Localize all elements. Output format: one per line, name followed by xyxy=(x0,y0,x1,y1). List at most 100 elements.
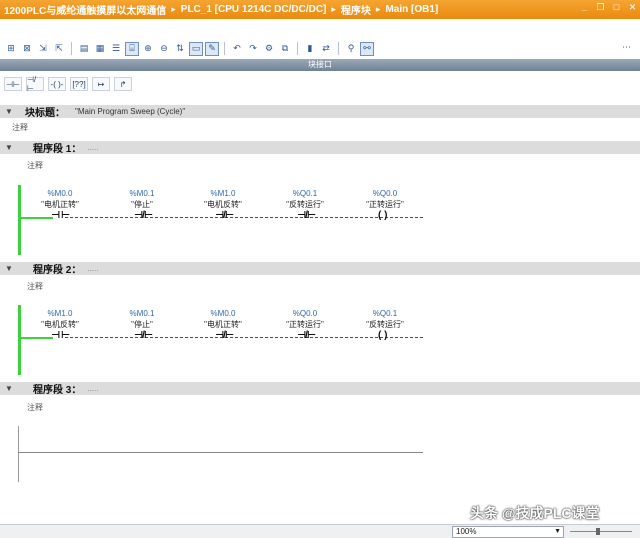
expand-icon[interactable]: ⊕ xyxy=(141,42,155,56)
collapse-triangle-icon[interactable]: ▼ xyxy=(5,107,19,116)
network-1-rung: %M0.0 "电机正转" ⊣ ⊢ %M0.1 "停止" ⊣/⊢ %M1.0 "电… xyxy=(18,185,428,255)
ladder-element[interactable]: %M1.0 "电机反转" xyxy=(186,189,260,209)
network-3-rung[interactable] xyxy=(18,426,423,482)
favorites-icon[interactable]: ⌸ xyxy=(125,41,139,56)
no-contact-icon[interactable]: ⊣ ⊢ xyxy=(51,330,70,341)
breadcrumb-folder[interactable]: 程序块 xyxy=(341,2,371,17)
goto-error-next-icon[interactable]: ↷ xyxy=(246,42,260,56)
network-comments-icon[interactable]: ▭ xyxy=(189,41,203,56)
element-symbol: "正转运行" xyxy=(366,200,404,209)
network-header[interactable]: ▼ 程序段 2： ..... xyxy=(0,262,640,276)
coil-icon[interactable]: -( )- xyxy=(48,77,66,91)
ladder-element[interactable]: %M0.0 "电机正转" xyxy=(23,189,97,209)
block-title-header[interactable]: ▼ 块标题： "Main Program Sweep (Cycle)" xyxy=(0,105,640,119)
rung-wire xyxy=(65,337,423,338)
network-comment[interactable]: 注释 xyxy=(27,160,43,171)
power-rail xyxy=(18,185,21,255)
coil-icon[interactable]: ( ) xyxy=(378,210,387,221)
breadcrumb-device[interactable]: PLC_1 [CPU 1214C DC/DC/DC] xyxy=(181,4,327,15)
zoom-select[interactable]: 100% ▼ xyxy=(452,526,564,538)
interface-icon[interactable]: ⇄ xyxy=(319,42,333,56)
symbolic-address-icon[interactable]: ▦ xyxy=(93,42,107,56)
network-comment[interactable]: 注释 xyxy=(27,402,43,413)
element-address: %Q0.0 xyxy=(292,309,318,318)
breadcrumb-separator: ▸ xyxy=(171,4,176,14)
delete-network-icon[interactable]: ⊠ xyxy=(20,42,34,56)
powered-wire xyxy=(21,217,53,219)
empty-box-icon[interactable]: [??] xyxy=(70,77,88,91)
compare-icon[interactable]: ⧉ xyxy=(278,42,292,56)
element-address: %M1.0 xyxy=(210,189,236,198)
close-icon[interactable]: ✕ xyxy=(628,3,637,12)
open-branch-icon[interactable]: ↦ xyxy=(92,77,110,91)
element-symbol: "电机反转" xyxy=(41,320,79,329)
ladder-element[interactable]: %Q0.0 "正转运行" xyxy=(268,309,342,329)
nc-contact-icon[interactable]: ⊣/⊢ xyxy=(215,210,234,221)
sort-icon[interactable]: ⇅ xyxy=(173,42,187,56)
chevron-down-icon[interactable]: ▼ xyxy=(554,527,561,537)
breadcrumb: 1200PLC与威纶通触摸屏以太网通信 ▸ PLC_1 [CPU 1214C D… xyxy=(4,2,438,17)
block-comment[interactable]: 注释 xyxy=(12,122,28,133)
element-address: %Q0.1 xyxy=(292,189,318,198)
monitoring-on-off-icon[interactable]: ⚯ xyxy=(360,41,374,56)
toolbar-divider xyxy=(71,42,72,55)
network-title[interactable]: ..... xyxy=(87,264,98,273)
normally-open-contact-icon[interactable]: ⊣⊢ xyxy=(4,77,22,91)
nc-contact-icon[interactable]: ⊣/⊢ xyxy=(297,330,316,341)
close-branch-icon[interactable]: ↱ xyxy=(114,77,132,91)
maximize-icon[interactable]: □ xyxy=(612,3,621,12)
ladder-element[interactable]: %Q0.1 "反转运行" xyxy=(268,189,342,209)
collapse-triangle-icon[interactable]: ▼ xyxy=(5,264,19,273)
block-interface-bar[interactable]: 块接口 xyxy=(0,59,640,71)
ladder-element[interactable]: %Q0.1 "反转运行" xyxy=(348,309,422,329)
normally-closed-contact-icon[interactable]: ⊣/⊢ xyxy=(26,75,44,93)
ladder-element[interactable]: %M0.0 "电机正转" xyxy=(186,309,260,329)
zoom-slider-handle[interactable] xyxy=(596,528,600,535)
network-header[interactable]: ▼ 程序段 1： ..... xyxy=(0,141,640,155)
ladder-element[interactable]: %M0.1 "停止" xyxy=(105,309,179,329)
collapse-icon[interactable]: ⊖ xyxy=(157,42,171,56)
status-bar: 100% ▼ xyxy=(0,524,640,538)
collapse-triangle-icon[interactable]: ▼ xyxy=(5,384,19,393)
network-title[interactable]: ..... xyxy=(87,384,98,393)
nc-contact-icon[interactable]: ⊣/⊢ xyxy=(297,210,316,221)
nc-contact-icon[interactable]: ⊣/⊢ xyxy=(134,330,153,341)
ladder-element[interactable]: %M0.1 "停止" xyxy=(105,189,179,209)
absolute-address-icon[interactable]: ▤ xyxy=(77,42,91,56)
edit-icon[interactable]: ✎ xyxy=(205,41,219,56)
nc-contact-icon[interactable]: ⊣/⊢ xyxy=(215,330,234,341)
breadcrumb-block[interactable]: Main [OB1] xyxy=(385,4,438,15)
toolbar-more-icon[interactable]: ⋯ xyxy=(622,42,634,54)
element-address: %Q0.1 xyxy=(372,309,398,318)
goto-error-prev-icon[interactable]: ↶ xyxy=(230,42,244,56)
zoom-slider[interactable] xyxy=(570,528,632,535)
nc-contact-icon[interactable]: ⊣/⊢ xyxy=(134,210,153,221)
list-view-icon[interactable]: ☰ xyxy=(109,42,123,56)
insert-row-icon[interactable]: ⇲ xyxy=(36,42,50,56)
network-comment[interactable]: 注释 xyxy=(27,281,43,292)
network-label: 程序段 1： xyxy=(33,144,82,155)
title-bar: 1200PLC与威纶通触摸屏以太网通信 ▸ PLC_1 [CPU 1214C D… xyxy=(0,0,640,19)
network-header[interactable]: ▼ 程序段 3： ..... xyxy=(0,382,640,396)
element-address: %M0.1 xyxy=(129,309,155,318)
breadcrumb-project[interactable]: 1200PLC与威纶通触摸屏以太网通信 xyxy=(4,2,166,17)
collapse-triangle-icon[interactable]: ▼ xyxy=(5,143,19,152)
network-title[interactable]: ..... xyxy=(87,143,98,152)
rung-wire xyxy=(65,217,423,218)
minimize-icon[interactable]: _ xyxy=(580,3,589,12)
block-title-text[interactable]: "Main Program Sweep (Cycle)" xyxy=(75,107,185,116)
restore-icon[interactable]: ❐ xyxy=(596,3,605,12)
add-row-icon[interactable]: ⇱ xyxy=(52,42,66,56)
insert-network-icon[interactable]: ⊞ xyxy=(4,42,18,56)
empty-rung-line[interactable] xyxy=(18,452,423,453)
element-address: %Q0.0 xyxy=(372,189,398,198)
ladder-element[interactable]: %M1.0 "电机反转" xyxy=(23,309,97,329)
breadcrumb-separator: ▸ xyxy=(375,4,381,14)
element-symbol: "停止" xyxy=(131,200,153,209)
coil-icon[interactable]: ( ) xyxy=(378,330,387,341)
no-contact-icon[interactable]: ⊣ ⊢ xyxy=(51,210,70,221)
ladder-element[interactable]: %Q0.0 "正转运行" xyxy=(348,189,422,209)
online-icon[interactable]: ⚲ xyxy=(344,42,358,56)
monitor-icon[interactable]: ⚙ xyxy=(262,42,276,56)
call-environment-icon[interactable]: ▮ xyxy=(303,42,317,56)
